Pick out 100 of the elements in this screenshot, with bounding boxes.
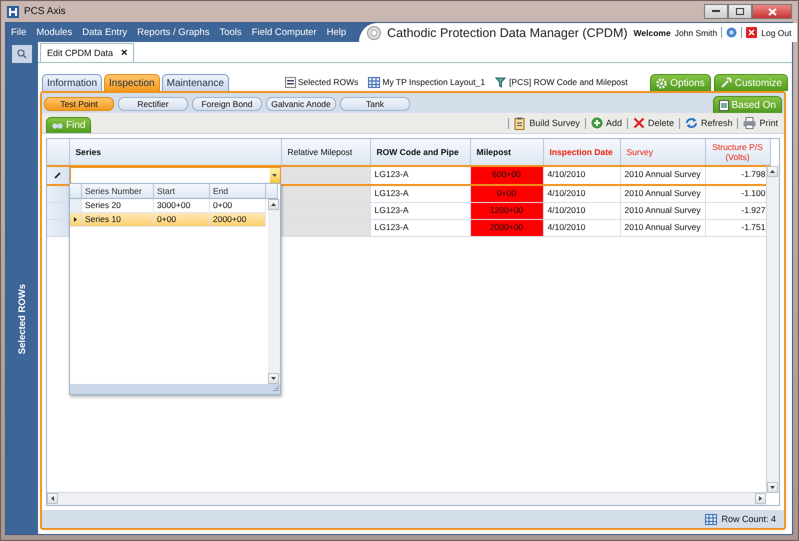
menu-item[interactable]: Tools (214, 27, 247, 38)
search-icon (17, 49, 27, 59)
scroll-up-icon[interactable] (770, 170, 775, 173)
menu-item[interactable]: Reports / Graphs (132, 27, 214, 38)
scroll-down-icon[interactable] (271, 377, 276, 380)
table-cell: 4/10/2010 (543, 202, 620, 219)
tab[interactable]: Information (42, 74, 102, 91)
maximize-button[interactable] (728, 4, 752, 19)
series-option[interactable]: Series 10 0+00 2000+00 (70, 213, 280, 227)
document-tab-label[interactable]: Edit CPDM Data (47, 48, 114, 58)
grid-icon (705, 514, 718, 524)
menu-item[interactable]: Data Entry (77, 27, 132, 38)
column-header[interactable]: Series Number (82, 184, 154, 199)
document-tab[interactable]: Edit CPDM Data × (40, 43, 134, 62)
tab[interactable]: Inspection (104, 74, 160, 91)
grid-icon (368, 76, 380, 88)
app-logo-icon (7, 6, 19, 18)
header-corner (266, 184, 278, 199)
close-button[interactable] (752, 4, 792, 19)
document-icon (718, 100, 729, 110)
table-cell: LG123-A (370, 202, 470, 219)
disc-logo-icon (367, 26, 382, 40)
menu-item[interactable]: Help (322, 27, 352, 38)
minimize-icon (712, 10, 720, 13)
column-header[interactable]: ROW Code and Pipe (370, 139, 470, 166)
table-cell: 2010 Annual Survey (620, 219, 705, 236)
close-icon (768, 8, 776, 16)
column-header[interactable]: End (210, 184, 266, 199)
sub-tab[interactable]: Foreign Bond (192, 97, 262, 111)
table-cell: LG123-A (370, 166, 470, 185)
toolbar-link[interactable]: [PCS] ROW Code and Milepost (495, 76, 628, 88)
dropdown-button[interactable] (270, 168, 280, 183)
sub-tab[interactable]: Test Point (44, 97, 114, 111)
row-pointer-icon (74, 217, 77, 222)
horizontal-scrollbar[interactable] (47, 492, 766, 505)
printer-icon (743, 117, 756, 129)
table-cell: 4/10/2010 (543, 166, 620, 185)
column-header[interactable]: Survey (620, 139, 705, 166)
window-title: PCS Axis (24, 6, 66, 17)
app-title: Cathodic Protection Data Manager (CPDM) (387, 26, 628, 40)
funnel-icon (495, 76, 508, 88)
milepost-cell: 1200+00 (470, 202, 543, 219)
table-cell: 4/10/2010 (543, 219, 620, 236)
table-cell: LG123-A (370, 185, 470, 202)
scroll-up-icon[interactable] (271, 203, 276, 206)
close-tab-button[interactable]: × (121, 47, 128, 59)
milepost-cell: 0+00 (470, 185, 543, 202)
toolbar-link[interactable]: Selected ROWs (284, 76, 358, 88)
print-button[interactable]: Print (741, 117, 780, 129)
menu-item[interactable]: Modules (31, 27, 78, 38)
help-icon[interactable] (726, 27, 738, 38)
scroll-down-icon[interactable] (770, 486, 775, 489)
row-header[interactable] (47, 166, 69, 185)
welcome-label: Welcome (634, 28, 671, 38)
column-header[interactable]: Structure P/S (Volts) (705, 139, 770, 166)
clipboard-icon (514, 116, 526, 130)
tab[interactable]: Maintenance (162, 74, 229, 91)
toolbar-link[interactable]: My TP Inspection Layout_1 (368, 76, 486, 88)
refresh-icon (684, 117, 698, 129)
milepost-cell: 2000+00 (470, 219, 543, 236)
table-cell: 2010 Annual Survey (620, 185, 705, 202)
scroll-left-icon[interactable] (51, 496, 54, 501)
column-header[interactable]: Relative Milepost (281, 139, 370, 166)
delete-button[interactable]: Delete (630, 117, 676, 129)
row-count: Row Count: 4 (721, 514, 776, 524)
wrench-icon (720, 77, 732, 89)
side-panel-label[interactable]: Selected ROWs (16, 284, 28, 354)
gear-icon (656, 78, 668, 88)
scroll-right-icon[interactable] (759, 496, 762, 501)
table-cell: LG123-A (370, 219, 470, 236)
build-button[interactable]: Build Survey (512, 116, 582, 130)
menu-item[interactable]: File (6, 27, 32, 38)
add-button[interactable]: Add (588, 117, 624, 129)
column-header[interactable]: Inspection Date (543, 139, 620, 166)
delete-icon (632, 117, 645, 129)
menu-item[interactable]: Field Computer (246, 27, 322, 38)
maximize-icon (736, 8, 744, 15)
column-header[interactable]: Start (154, 184, 210, 199)
vertical-scrollbar[interactable] (268, 199, 280, 384)
vertical-scrollbar[interactable] (766, 166, 779, 493)
binoculars-icon (52, 122, 63, 130)
milepost-cell: 600+00 (470, 166, 543, 185)
logout-link[interactable]: Log Out (761, 28, 792, 38)
close-icon[interactable] (746, 27, 758, 38)
list-icon (284, 76, 296, 88)
caret-icon (272, 174, 277, 177)
header-corner (47, 139, 69, 166)
table-cell: 4/10/2010 (543, 185, 620, 202)
refresh-button[interactable]: Refresh (682, 117, 734, 129)
resize-grip-icon[interactable] (272, 384, 280, 392)
search-button[interactable] (12, 45, 32, 63)
add-icon (590, 117, 603, 129)
minimize-button[interactable] (704, 4, 728, 19)
column-header[interactable]: Milepost (470, 139, 543, 166)
sub-tab[interactable]: Rectifier (118, 97, 188, 111)
header-corner (70, 184, 82, 199)
table-cell: 2010 Annual Survey (620, 166, 705, 185)
sub-tab[interactable]: Galvanic Anode (266, 97, 336, 111)
column-header[interactable]: Series (69, 139, 281, 166)
sub-tab[interactable]: Tank (340, 97, 410, 111)
